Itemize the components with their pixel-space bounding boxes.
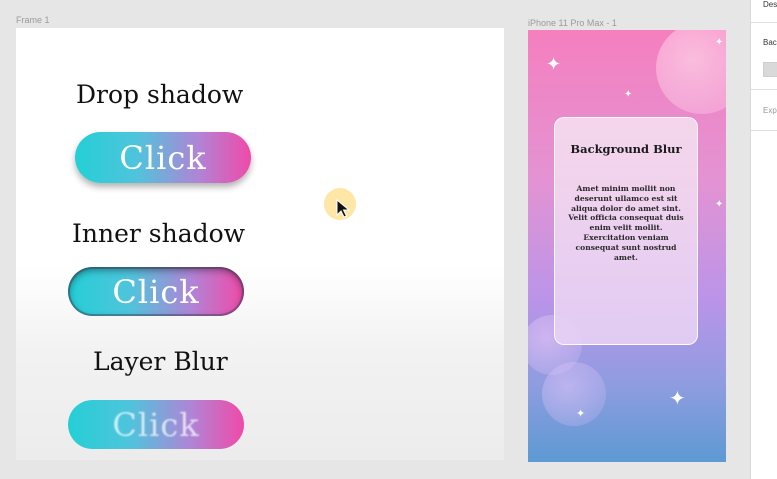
export-section-label[interactable]: Exp [763, 106, 777, 115]
mouse-cursor-icon [336, 199, 351, 218]
card-title: Background Blur [570, 142, 682, 156]
drop-shadow-button-label: Click [119, 138, 207, 177]
decorative-bubble [542, 362, 606, 426]
sparkle-icon: ✦ [576, 407, 586, 420]
layer-blur-click-button[interactable]: Click [68, 400, 244, 449]
inner-shadow-button-label: Click [112, 272, 200, 311]
card-body-text: Amet minim mollit non deserunt ullamco e… [568, 184, 684, 262]
design-tab[interactable]: Des [763, 0, 777, 9]
properties-panel: Des Bac Exp [750, 0, 777, 479]
inner-shadow-heading: Inner shadow [72, 219, 246, 248]
panel-divider [751, 89, 777, 90]
sparkle-icon: ✦ [715, 37, 724, 48]
frame1-label[interactable]: Frame 1 [16, 15, 50, 25]
layer-blur-heading: Layer Blur [93, 347, 228, 376]
drop-shadow-heading: Drop shadow [76, 80, 244, 109]
background-section-label: Bac [763, 38, 777, 47]
sparkle-icon: ✦ [669, 386, 686, 410]
background-color-swatch[interactable] [763, 62, 777, 77]
sparkle-icon: ✦ [546, 54, 562, 75]
panel-divider [751, 130, 777, 131]
iphone-artboard[interactable]: ✦ ✦ ✦ ✦ ✦ ✦ Background Blur Amet minim m… [528, 30, 726, 462]
layer-blur-button-label: Click [112, 405, 200, 444]
inner-shadow-click-button[interactable]: Click [68, 267, 244, 316]
panel-divider [751, 22, 777, 23]
sparkle-icon: ✦ [624, 89, 633, 100]
background-blur-card[interactable]: Background Blur Amet minim mollit non de… [554, 117, 698, 345]
sparkle-icon: ✦ [715, 199, 724, 210]
iphone-frame-label[interactable]: iPhone 11 Pro Max - 1 [528, 18, 617, 28]
frame1-artboard[interactable]: Drop shadow Click Inner shadow Click Lay… [16, 28, 504, 460]
drop-shadow-click-button[interactable]: Click [75, 132, 251, 183]
